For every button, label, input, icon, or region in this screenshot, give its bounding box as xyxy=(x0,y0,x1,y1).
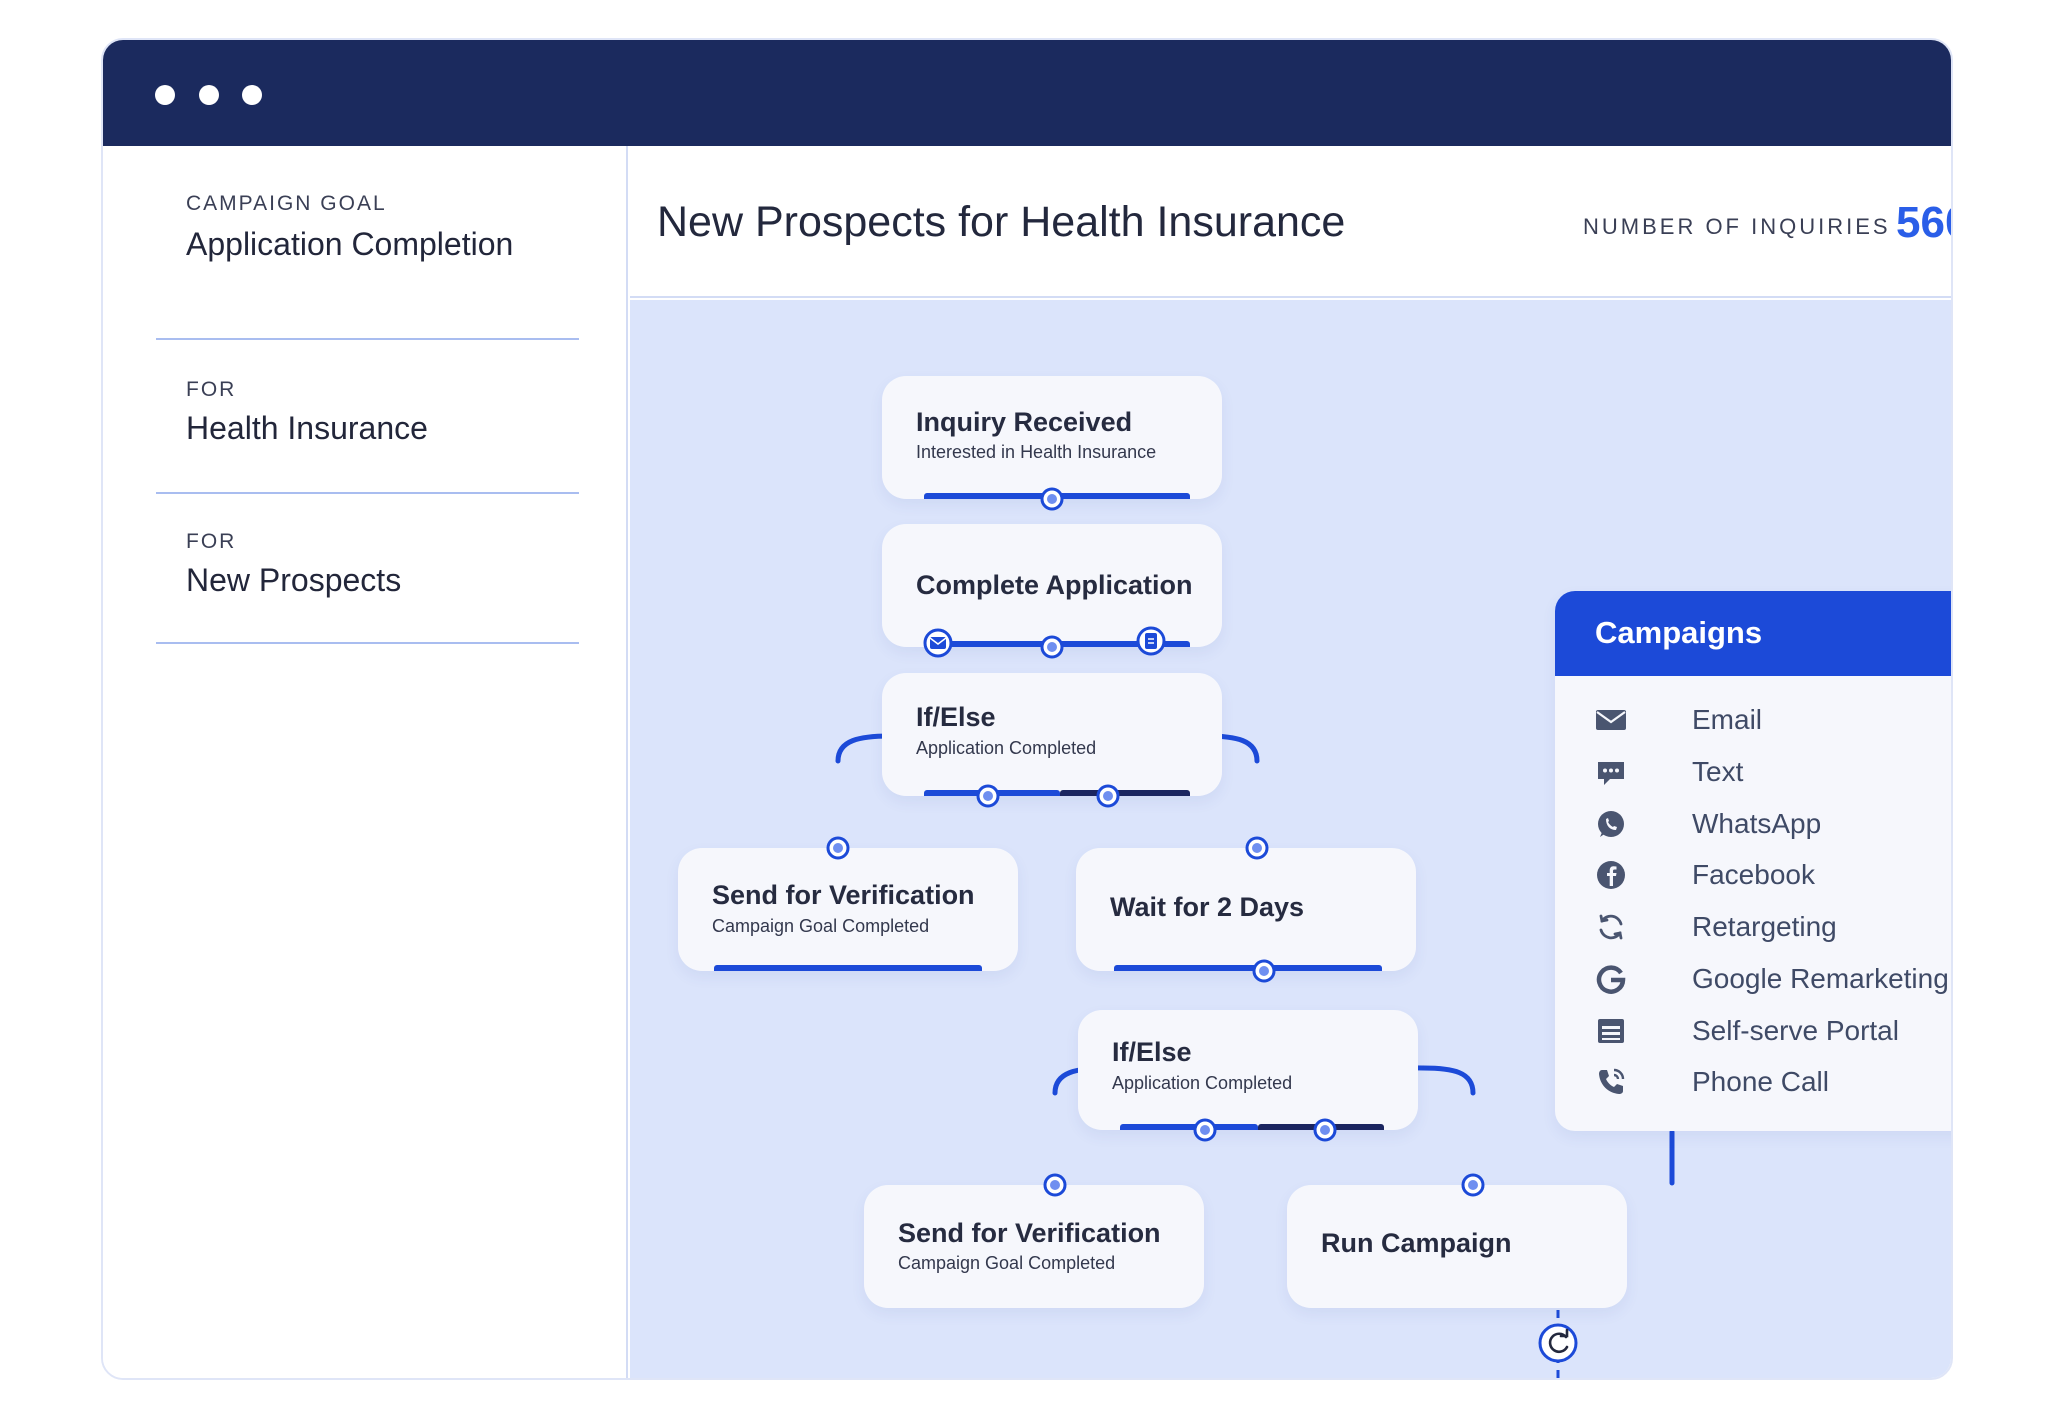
campaign-item-label: Self-serve Portal xyxy=(1692,1015,1899,1046)
campaign-item-label: Google Remarketing xyxy=(1692,963,1949,994)
main-header: New Prospects for Health Insurance NUMBE… xyxy=(630,146,1951,298)
campaign-item-label: Phone Call xyxy=(1692,1066,1829,1097)
campaign-item-text[interactable]: Text xyxy=(1595,752,1951,792)
campaign-item-label: Retargeting xyxy=(1692,911,1837,942)
window-dot-maximize[interactable] xyxy=(242,85,262,105)
portal-icon xyxy=(1598,1019,1624,1043)
document-badge-icon xyxy=(1145,633,1157,649)
campaign-goal-section[interactable]: CAMPAIGN GOAL Application Completion xyxy=(156,146,579,340)
campaigns-panel: Campaigns Email Text WhatsApp Facebook R… xyxy=(1555,591,1951,1131)
product-value: Health Insurance xyxy=(186,410,428,446)
inquiries-label: NUMBER OF INQUIRIES xyxy=(1583,214,1891,239)
window-dot-minimize[interactable] xyxy=(199,85,219,105)
app-window: CAMPAIGN GOAL Application Completion FOR… xyxy=(101,38,1953,1380)
campaign-goal-label: CAMPAIGN GOAL xyxy=(186,192,387,215)
campaign-item-facebook[interactable]: Facebook xyxy=(1595,855,1951,895)
google-icon xyxy=(1596,965,1626,994)
title-bar xyxy=(103,40,1951,146)
product-section[interactable]: FOR Health Insurance xyxy=(156,340,579,494)
campaigns-title: Campaigns xyxy=(1595,615,1763,650)
campaign-item-label: Email xyxy=(1692,704,1763,735)
facebook-icon xyxy=(1597,861,1625,889)
campaign-item-self-serve-portal[interactable]: Self-serve Portal xyxy=(1595,1011,1951,1051)
campaign-item-whatsapp[interactable]: WhatsApp xyxy=(1595,804,1951,844)
campaign-item-phone-call[interactable]: Phone Call xyxy=(1595,1062,1951,1102)
sidebar: CAMPAIGN GOAL Application Completion FOR… xyxy=(103,146,628,1378)
campaign-item-label: WhatsApp xyxy=(1692,808,1822,839)
campaign-item-email[interactable]: Email xyxy=(1595,700,1951,740)
campaign-item-label: Facebook xyxy=(1692,859,1815,890)
campaign-item-google-remarketing[interactable]: Google Remarketing xyxy=(1595,959,1951,999)
campaigns-panel-header: Campaigns xyxy=(1555,591,1951,676)
whatsapp-icon xyxy=(1598,811,1624,837)
campaign-item-retargeting[interactable]: Retargeting xyxy=(1595,907,1951,947)
page-title: New Prospects for Health Insurance xyxy=(657,198,1346,246)
campaign-item-label: Text xyxy=(1692,756,1744,787)
window-dot-close[interactable] xyxy=(155,85,175,105)
audience-section[interactable]: FOR New Prospects xyxy=(156,494,579,644)
workflow-canvas: Inquiry Received Interested in Health In… xyxy=(630,300,1951,1378)
audience-value: New Prospects xyxy=(186,562,402,598)
phone-icon xyxy=(1599,1068,1625,1094)
retarget-cycle-icon xyxy=(1599,914,1623,940)
campaign-goal-value: Application Completion xyxy=(186,226,514,262)
product-label: FOR xyxy=(186,378,237,401)
inquiries-count: 560 xyxy=(1896,198,1951,247)
audience-label: FOR xyxy=(186,530,237,553)
chat-bubble-icon xyxy=(1598,762,1624,785)
envelope-icon xyxy=(1596,710,1626,730)
email-badge-icon xyxy=(929,637,947,649)
